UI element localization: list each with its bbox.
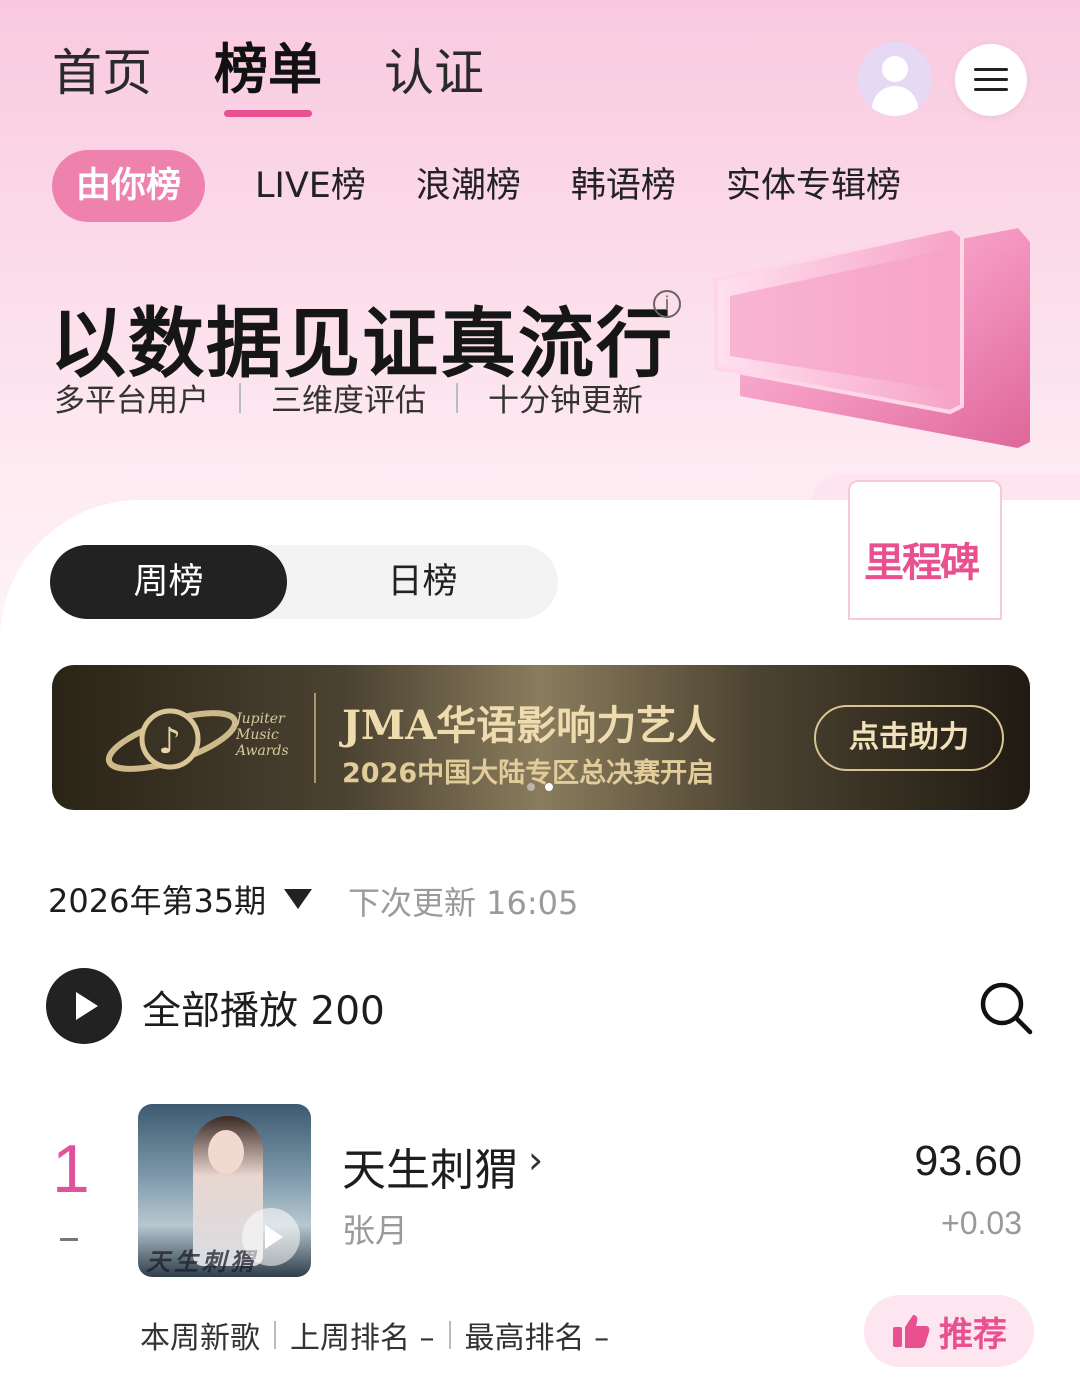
subtab-korean[interactable]: 韩语榜 — [571, 150, 676, 222]
menu-icon-line — [974, 78, 1008, 81]
menu-icon-line — [974, 88, 1008, 91]
carousel-dot-active[interactable] — [545, 783, 553, 791]
feature-text: 三维度评估 — [271, 383, 426, 419]
last-week-rank: 上周排名 – — [290, 1321, 435, 1356]
chevron-right-icon[interactable]: › — [528, 1138, 543, 1182]
issue-selector[interactable]: 2026年第35期 — [48, 876, 313, 922]
tab-home[interactable]: 首页 — [52, 43, 152, 103]
top-nav: 首页 榜单 认证 — [52, 38, 546, 117]
hero-prism-graphic — [714, 225, 1030, 448]
menu-icon-line — [974, 68, 1008, 71]
divider — [448, 1321, 451, 1349]
promo-banner[interactable]: ♪ Jupiter Music Awards JMA华语影响力艺人 2026中国… — [52, 665, 1030, 810]
best-rank: 最高排名 – — [464, 1321, 610, 1356]
divider — [314, 693, 316, 783]
subtab-physical-album[interactable]: 实体专辑榜 — [726, 150, 901, 222]
brand-line: Awards — [236, 743, 289, 759]
brand-text: Jupiter Music Awards — [236, 711, 289, 759]
album-cover[interactable]: 天生刺猬 — [138, 1104, 311, 1277]
daily-tab[interactable]: 日榜 — [287, 545, 558, 619]
banner-title: JMA华语影响力艺人 — [342, 702, 717, 749]
milestone-label: 里程碑 — [864, 540, 980, 586]
search-icon[interactable] — [978, 980, 1034, 1036]
weekly-tab[interactable]: 周榜 — [50, 545, 287, 619]
brand-line: Jupiter — [236, 711, 285, 727]
milestone-card[interactable]: 里程碑 — [848, 480, 1002, 620]
tab-charts[interactable]: 榜单 — [214, 38, 322, 117]
subtab-live[interactable]: LIVE榜 — [255, 150, 366, 222]
recommend-label: 推荐 — [939, 1314, 1007, 1355]
hero-features: 多平台用户 三维度评估 十分钟更新 — [54, 375, 643, 420]
play-all-label[interactable]: 全部播放 200 — [142, 980, 385, 1036]
artist-name[interactable]: 张月 — [342, 1204, 408, 1252]
music-note-logo-icon: ♪ — [105, 708, 239, 772]
avatar-head — [882, 56, 908, 82]
issue-label: 2026年第35期 — [48, 882, 267, 920]
rank-number: 1 — [52, 1131, 90, 1207]
chart-type-tabs: 由你榜 LIVE榜 浪潮榜 韩语榜 实体专辑榜 — [52, 150, 951, 222]
song-meta: 本周新歌 上周排名 – 最高排名 – — [140, 1313, 609, 1357]
svg-text:♪: ♪ — [158, 721, 181, 762]
score-delta: +0.03 — [941, 1205, 1022, 1241]
period-toggle: 周榜 日榜 — [50, 545, 558, 619]
brand-line: Music — [236, 727, 279, 743]
carousel-indicator — [522, 783, 558, 791]
divider — [456, 382, 458, 413]
menu-button[interactable] — [955, 44, 1027, 116]
play-all-button[interactable] — [46, 968, 122, 1044]
support-button[interactable]: 点击助力 — [814, 705, 1004, 771]
new-song-label: 本周新歌 — [140, 1321, 260, 1356]
feature-text: 多平台用户 — [54, 383, 209, 419]
avatar[interactable] — [858, 42, 932, 116]
divider — [274, 1321, 276, 1349]
cover-title-text: 天生刺猬 — [146, 1248, 258, 1276]
tab-certification[interactable]: 认证 — [384, 43, 484, 103]
avatar-body — [872, 86, 918, 116]
carousel-dot[interactable] — [527, 783, 535, 791]
cover-face — [208, 1130, 244, 1174]
thumbs-up-icon — [893, 1315, 930, 1348]
cover-play-icon[interactable] — [242, 1208, 300, 1266]
feature-text: 十分钟更新 — [488, 383, 643, 419]
info-icon[interactable]: i — [653, 290, 681, 318]
subtab-wave[interactable]: 浪潮榜 — [416, 150, 521, 222]
next-update-text: 下次更新 16:05 — [348, 884, 579, 922]
recommend-button[interactable]: 推荐 — [864, 1295, 1034, 1367]
song-title[interactable]: 天生刺猬 — [342, 1134, 518, 1198]
divider — [239, 382, 241, 413]
subtab-youni[interactable]: 由你榜 — [52, 150, 206, 222]
song-score: 93.60 — [914, 1137, 1022, 1185]
dropdown-triangle-icon — [284, 889, 313, 909]
rank-change-dash — [60, 1238, 78, 1241]
